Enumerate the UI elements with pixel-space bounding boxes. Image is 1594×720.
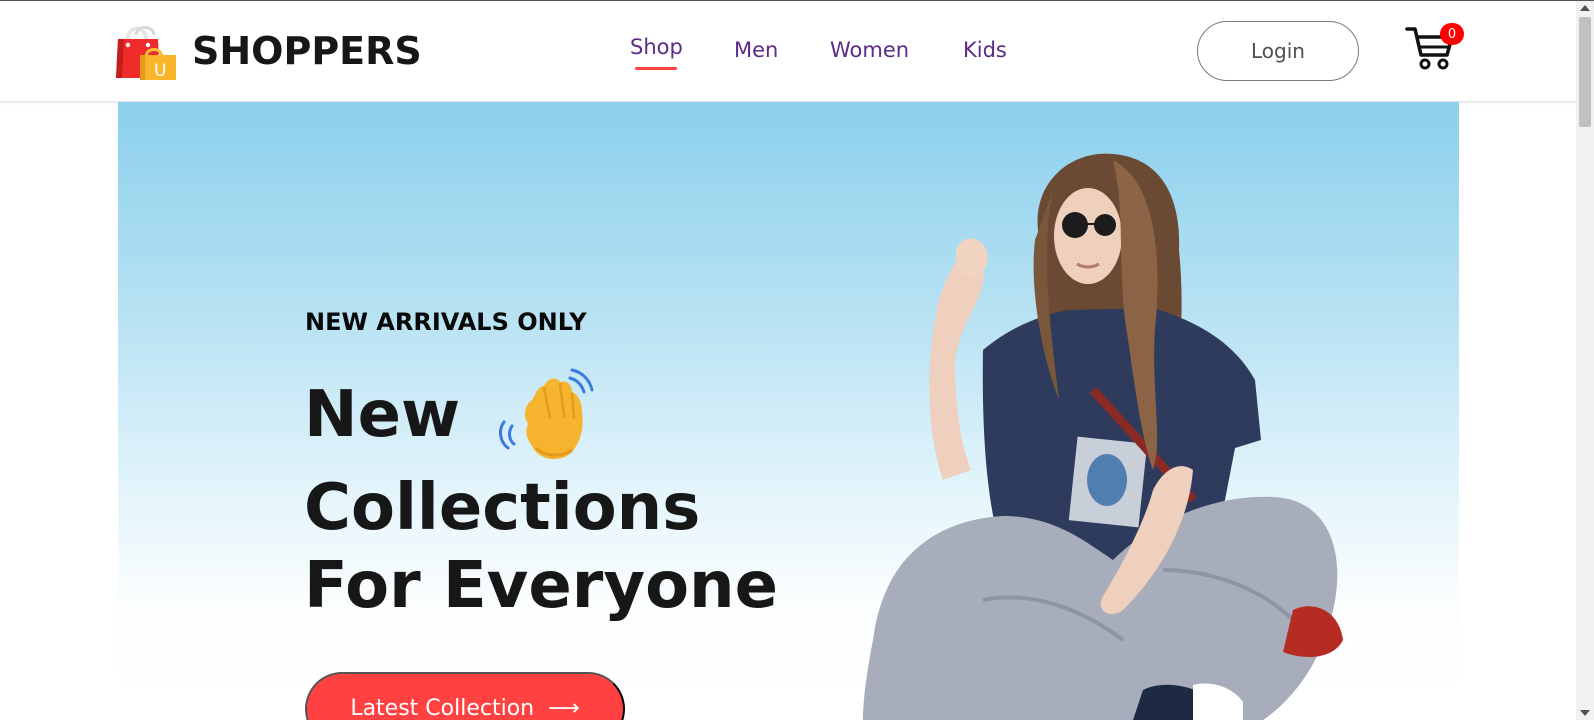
cart-count-badge: 0 <box>1440 23 1464 45</box>
scrollbar-thumb[interactable] <box>1579 17 1591 127</box>
latest-collection-button[interactable]: Latest Collection ⟶ <box>305 672 625 720</box>
hero-banner: NEW ARRIVALS ONLY New Collections For Ev… <box>118 102 1459 720</box>
scroll-up-arrow-icon[interactable] <box>1580 5 1590 11</box>
hero-subtitle: NEW ARRIVALS ONLY <box>305 308 587 336</box>
brand-logo[interactable]: U SHOPPERS <box>114 21 422 81</box>
waving-hand-icon <box>494 360 604 464</box>
brand-name: SHOPPERS <box>192 29 422 73</box>
nav-item-label: Women <box>830 38 910 62</box>
navbar: U SHOPPERS Shop Men Women Kids Login 0 <box>0 1 1576 102</box>
hero-title-line-3: For Everyone <box>304 549 778 623</box>
cta-label: Latest Collection <box>350 696 535 720</box>
nav-item-kids[interactable]: Kids <box>963 38 1007 62</box>
hero-title-line-1: New <box>304 378 461 452</box>
shopping-bags-icon: U <box>114 21 178 81</box>
login-button[interactable]: Login <box>1197 21 1359 81</box>
nav-item-shop[interactable]: Shop <box>630 35 683 70</box>
nav-item-women[interactable]: Women <box>830 38 909 62</box>
arrow-right-icon: ⟶ <box>548 696 580 720</box>
nav-item-label: Kids <box>963 38 1007 62</box>
active-nav-indicator <box>635 67 677 70</box>
logo-letter: U <box>154 61 166 81</box>
hero-title-line-2: Collections <box>304 471 701 545</box>
scroll-down-arrow-icon[interactable] <box>1580 710 1590 716</box>
hero-model-image <box>863 140 1383 720</box>
nav-item-label: Shop <box>630 35 683 59</box>
nav-item-label: Men <box>734 38 779 62</box>
page-scrollbar[interactable] <box>1576 1 1594 720</box>
nav-item-men[interactable]: Men <box>734 38 778 62</box>
